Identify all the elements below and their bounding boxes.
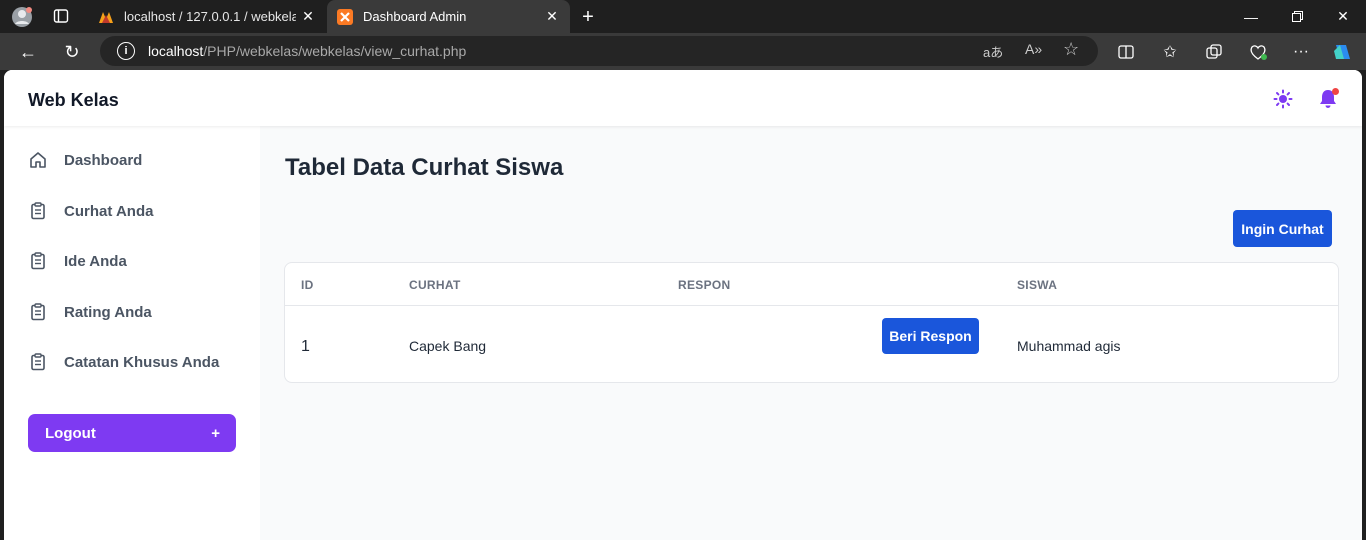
browser-tab-bar: localhost / 127.0.0.1 / webkelas / ✕ Das…: [0, 0, 1366, 33]
sidebar-item-catatan-khusus[interactable]: Catatan Khusus Anda: [28, 350, 219, 374]
notification-bell-icon[interactable]: [1317, 88, 1339, 110]
sidebar-item-curhat[interactable]: Curhat Anda: [28, 199, 153, 223]
clipboard-icon: [28, 201, 48, 221]
header-curhat: CURHAT: [409, 278, 461, 292]
restore-icon[interactable]: [1274, 0, 1320, 33]
sidebar-item-rating[interactable]: Rating Anda: [28, 300, 152, 324]
header-id: ID: [301, 278, 314, 292]
cell-curhat: Capek Bang: [409, 338, 487, 354]
cell-id: 1: [301, 338, 310, 355]
table-header: ID CURHAT RESPON SISWA: [285, 263, 1338, 306]
new-tab-icon[interactable]: +: [576, 5, 600, 29]
sidebar-item-label: Curhat Anda: [64, 202, 154, 220]
clipboard-icon: [28, 302, 48, 322]
tab-phpmyadmin[interactable]: localhost / 127.0.0.1 / webkelas / ✕: [88, 0, 326, 33]
close-window-icon[interactable]: ✕: [1320, 0, 1366, 33]
page-viewport: Web Kelas Dashboard Curhat Anda Ide Anda…: [4, 70, 1362, 540]
plus-icon: +: [211, 424, 220, 442]
sidebar-item-label: Catatan Khusus Anda: [64, 353, 220, 371]
browser-essentials-icon[interactable]: [1246, 40, 1270, 64]
phpmyadmin-favicon-icon: [98, 9, 114, 25]
sidebar-item-label: Dashboard: [64, 151, 143, 169]
favorite-star-icon[interactable]: ☆: [1063, 39, 1079, 60]
sidebar-item-dashboard[interactable]: Dashboard: [28, 148, 142, 172]
brand-title[interactable]: Web Kelas: [28, 90, 119, 111]
sidebar-item-label: Ide Anda: [64, 252, 127, 270]
home-icon: [28, 150, 48, 170]
sidebar-item-ide[interactable]: Ide Anda: [28, 249, 127, 273]
close-icon[interactable]: ✕: [296, 8, 320, 25]
curhat-table: ID CURHAT RESPON SISWA 1 Capek Bang Beri…: [284, 262, 1339, 383]
xampp-favicon-icon: [337, 8, 353, 25]
more-options-icon[interactable]: ···: [1289, 40, 1313, 64]
profile-avatar-icon[interactable]: [10, 5, 34, 29]
close-icon[interactable]: ✕: [540, 8, 564, 25]
site-info-icon[interactable]: i: [117, 42, 135, 60]
notification-badge: [1332, 88, 1339, 95]
page-title: Tabel Data Curhat Siswa: [285, 154, 564, 181]
cell-siswa: Muhammad agis: [1017, 338, 1121, 354]
sidebar: Dashboard Curhat Anda Ide Anda Rating An…: [4, 126, 260, 540]
tab-title: localhost / 127.0.0.1 / webkelas /: [124, 9, 296, 24]
tab-actions-icon[interactable]: [50, 5, 72, 27]
table-row: 1 Capek Bang Beri Respon Muhammad agis: [285, 306, 1338, 382]
url-host: localhost: [148, 43, 204, 59]
copilot-icon[interactable]: [1330, 39, 1356, 65]
clipboard-icon: [28, 352, 48, 372]
main-content: Tabel Data Curhat Siswa Ingin Curhat ID …: [260, 126, 1362, 540]
ingin-curhat-button[interactable]: Ingin Curhat: [1233, 210, 1332, 247]
url-box[interactable]: i localhost/PHP/webkelas/webkelas/view_c…: [100, 36, 1098, 66]
theme-toggle-sun-icon[interactable]: [1272, 88, 1294, 110]
clipboard-icon: [28, 251, 48, 271]
translate-icon[interactable]: aあ: [983, 42, 1003, 61]
header-siswa: SISWA: [1017, 278, 1058, 292]
back-icon[interactable]: ←: [16, 40, 40, 64]
top-navbar: Web Kelas: [4, 70, 1362, 126]
logout-label: Logout: [45, 424, 96, 442]
collections-icon[interactable]: [1202, 40, 1226, 64]
favorites-icon[interactable]: ✩: [1158, 40, 1182, 64]
tab-dashboard-admin[interactable]: Dashboard Admin ✕: [327, 0, 570, 33]
url-path: /PHP/webkelas/webkelas/view_curhat.php: [203, 43, 467, 59]
beri-respon-button[interactable]: Beri Respon: [882, 318, 979, 354]
minimize-icon[interactable]: —: [1228, 0, 1274, 33]
refresh-icon[interactable]: ↻: [60, 40, 84, 64]
browser-address-bar: ← ↻ i localhost/PHP/webkelas/webkelas/vi…: [0, 33, 1366, 70]
sidebar-item-label: Rating Anda: [64, 303, 152, 321]
logout-button[interactable]: Logout +: [28, 414, 236, 452]
header-respon: RESPON: [678, 278, 731, 292]
split-screen-icon[interactable]: [1114, 40, 1138, 64]
read-aloud-icon[interactable]: A»: [1025, 41, 1042, 57]
tab-title: Dashboard Admin: [363, 9, 467, 24]
